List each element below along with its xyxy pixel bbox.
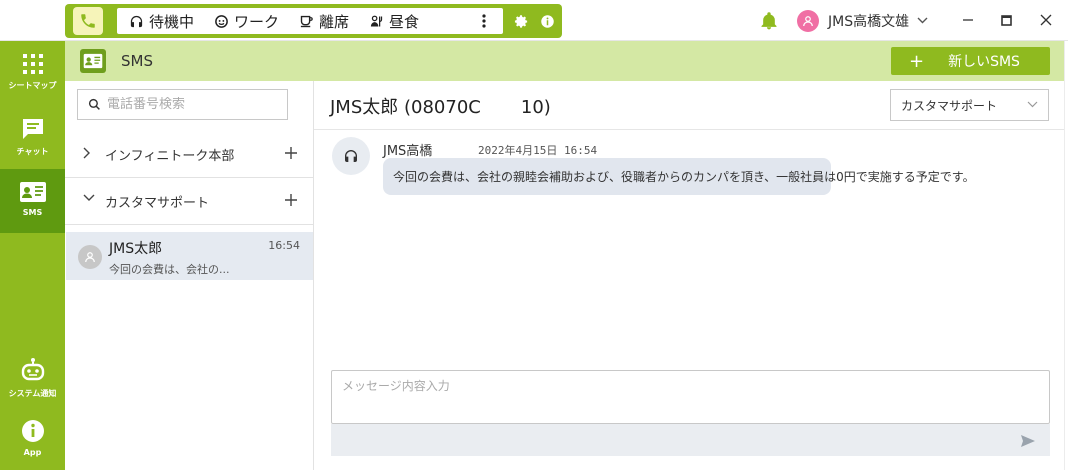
- chevron-down-icon: [917, 17, 928, 24]
- message-timestamp: 2022年4月15日 16:54: [478, 144, 598, 157]
- user-menu[interactable]: JMS高橋文雄: [797, 0, 928, 41]
- group-name: カスタマサポート: [105, 195, 210, 211]
- avatar: [797, 9, 819, 32]
- user-name: JMS高橋文雄: [828, 13, 910, 30]
- status-work-label: ワーク: [234, 12, 280, 31]
- close-button[interactable]: [1038, 12, 1054, 28]
- status-away-label: 離席: [319, 12, 350, 31]
- add-icon[interactable]: [284, 193, 298, 207]
- nav-sms-label: SMS: [22, 208, 43, 217]
- bell-icon: [761, 11, 777, 29]
- meal-icon: [370, 15, 383, 26]
- nav-app-label: App: [23, 448, 42, 457]
- status-standby[interactable]: 待機中: [117, 8, 202, 34]
- more-vertical-icon: [482, 14, 486, 28]
- status-menu: 待機中 ワーク 離席 昼食: [117, 8, 503, 34]
- divider: [314, 129, 1064, 130]
- grid-icon: [22, 54, 43, 74]
- headset-icon: [130, 15, 143, 27]
- department-select[interactable]: カスタマサポート: [890, 89, 1049, 121]
- status-lunch-label: 昼食: [389, 12, 420, 31]
- status-away[interactable]: 離席: [287, 8, 357, 34]
- left-navigation: シートマップ チャット SMS システム通知 App: [0, 41, 65, 470]
- face-icon: [215, 14, 228, 28]
- user-icon: [85, 252, 95, 263]
- contact-time: 16:54: [268, 239, 300, 252]
- minimize-icon: [963, 19, 973, 21]
- status-work[interactable]: ワーク: [202, 8, 287, 34]
- robot-icon: [21, 358, 44, 381]
- composer-toolbar: [331, 424, 1050, 456]
- notification-button[interactable]: [759, 0, 779, 41]
- nav-system-notice-label: システム通知: [8, 389, 57, 398]
- contact-name: JMS太郎: [109, 241, 163, 257]
- nav-system-notice[interactable]: システム通知: [0, 345, 65, 409]
- conversation-panel: JMS太郎 (08070C 10) カスタマサポート JMS高橋 2022年4月…: [314, 81, 1064, 470]
- chat-icon: [22, 119, 43, 139]
- contact-preview: 今回の会費は、会社の...: [109, 263, 230, 276]
- chevron-right-icon: [83, 147, 90, 159]
- sms-icon: [80, 49, 106, 73]
- nav-app[interactable]: App: [0, 407, 65, 470]
- info-button[interactable]: [539, 13, 555, 29]
- gear-icon: [514, 14, 527, 28]
- info-icon: [21, 420, 44, 442]
- phone-button[interactable]: [73, 7, 103, 35]
- send-button[interactable]: [1020, 433, 1036, 447]
- chevron-down-icon: [1027, 101, 1038, 108]
- nav-chat-label: チャット: [16, 147, 49, 156]
- sms-icon: [19, 182, 46, 202]
- chevron-down-icon: [83, 194, 95, 201]
- group-name: インフィニトーク本部: [105, 148, 235, 164]
- headset-icon: [345, 150, 357, 162]
- status-lunch[interactable]: 昼食: [357, 8, 427, 34]
- user-icon: [803, 15, 813, 26]
- status-more-button[interactable]: [476, 8, 497, 34]
- section-header: SMS + 新しいSMS: [65, 41, 1068, 81]
- nav-seatmap[interactable]: シートマップ: [0, 41, 65, 105]
- maximize-icon: [1000, 14, 1012, 26]
- close-icon: [1040, 14, 1052, 26]
- settings-button[interactable]: [513, 13, 529, 29]
- operator-avatar: [332, 137, 370, 175]
- title-bar: 待機中 ワーク 離席 昼食 JMS高橋文雄: [0, 0, 1068, 41]
- group-row[interactable]: インフィニトーク本部: [65, 131, 313, 178]
- nav-chat[interactable]: チャット: [0, 105, 65, 169]
- plus-icon: +: [909, 50, 925, 72]
- message-bubble: 今回の会費は、会社の親睦会補助および、役職者からのカンパを頂き、一般社員は0円で…: [383, 158, 975, 195]
- new-sms-label: 新しいSMS: [948, 54, 1020, 70]
- window-edge: [1064, 41, 1068, 470]
- maximize-button[interactable]: [998, 12, 1014, 28]
- phone-search: [77, 89, 288, 120]
- search-input[interactable]: [107, 97, 287, 112]
- info-icon: [540, 14, 554, 28]
- department-value: カスタマサポート: [901, 98, 998, 113]
- phone-icon: [81, 14, 95, 28]
- contact-panel: インフィニトーク本部 カスタマサポート JMS太郎 16:54 今回の会費は、会…: [65, 81, 314, 470]
- contact-list-item[interactable]: JMS太郎 16:54 今回の会費は、会社の...: [66, 232, 313, 280]
- cup-icon: [300, 15, 313, 27]
- status-standby-label: 待機中: [149, 12, 195, 31]
- status-toolbar: 待機中 ワーク 離席 昼食: [65, 4, 562, 38]
- send-icon: [1021, 435, 1035, 447]
- message-composer: [331, 370, 1050, 424]
- avatar: [78, 245, 102, 269]
- minimize-button[interactable]: [960, 12, 976, 28]
- conversation-title: JMS太郎 (08070C 10): [330, 97, 551, 118]
- page-title: SMS: [121, 52, 153, 70]
- message-input[interactable]: [332, 371, 1049, 423]
- search-icon: [88, 98, 100, 110]
- add-icon[interactable]: [284, 146, 298, 160]
- group-row[interactable]: カスタマサポート: [65, 178, 313, 225]
- new-sms-button[interactable]: + 新しいSMS: [891, 47, 1050, 75]
- nav-seatmap-label: シートマップ: [8, 81, 57, 90]
- nav-sms[interactable]: SMS: [0, 169, 65, 233]
- message-sender: JMS高橋: [383, 144, 433, 159]
